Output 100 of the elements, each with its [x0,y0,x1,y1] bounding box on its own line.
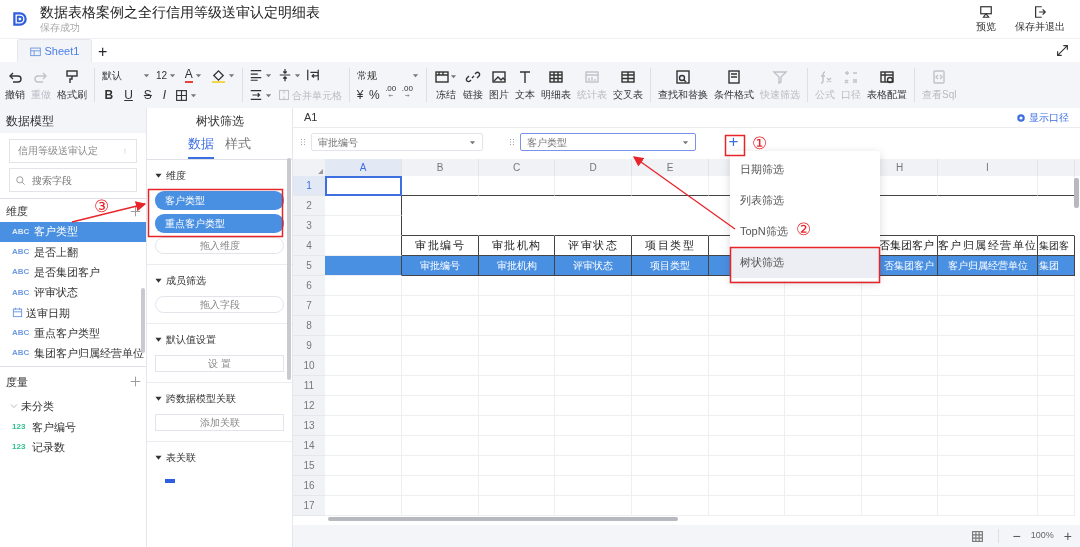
search-icon [675,68,691,85]
filter-select[interactable]: 客户类型 [519,133,696,151]
drop-zone[interactable]: 拖入维度 [155,237,284,254]
column-header[interactable]: D [555,159,632,176]
image-button[interactable]: 图片 [486,68,512,102]
preview-button[interactable]: 预览 [972,4,1000,34]
group-item[interactable]: 未分类 [0,396,146,417]
detail-table-button[interactable]: 明细表 [538,68,574,102]
font-color-button[interactable]: A [181,65,205,85]
italic-button[interactable]: I [157,85,172,105]
table-settings-button[interactable]: 表格配置 [864,68,910,102]
column-header[interactable]: E [632,159,709,176]
menu-item[interactable]: 树状筛选 [730,247,880,278]
field-item[interactable]: ABC 集团客户归属经营单位 [0,343,146,364]
decrease-decimal-button[interactable]: .00 [382,85,399,105]
format-painter-button[interactable]: 格式刷 [54,68,90,102]
vertical-scrollbar[interactable] [1074,178,1079,208]
table-cell[interactable] [325,256,402,276]
panel-tab[interactable]: 样式 [225,133,251,159]
checklist-icon [726,68,742,85]
panel-tab[interactable]: 数据 [188,133,214,159]
selected-cell[interactable] [325,176,402,196]
expand-icon[interactable] [1056,44,1069,57]
column-header[interactable]: C [479,159,555,176]
field-item[interactable]: 123 客户编号 [0,416,146,437]
section-title: 维度 [166,169,186,183]
menu-item[interactable]: 列表筛选 [730,185,794,216]
drop-zone[interactable]: 拖入字段 [155,296,284,313]
row-number[interactable]: 1 [293,176,325,196]
field-item[interactable]: ABC 是否集团客户 [0,262,146,283]
row-number[interactable]: 6 [293,276,325,296]
corner-triangle-icon[interactable] [318,169,323,174]
row-number[interactable]: 4 [293,236,325,256]
row-number[interactable]: 10 [293,356,325,376]
caret-icon [265,91,273,99]
row-number[interactable]: 9 [293,336,325,356]
percent-button[interactable]: % [366,85,383,105]
conditional-format-button[interactable]: 条件格式 [711,68,757,102]
find-replace-button[interactable]: 查找和替换 [655,68,711,102]
show-caliber-link[interactable]: 显示口径 [1016,110,1069,125]
action-button[interactable]: 设 置 [155,355,284,372]
search-field[interactable]: 搜索字段 [9,168,137,192]
grid-view-icon[interactable] [970,529,984,543]
table-cell[interactable] [325,196,402,216]
text-button[interactable]: 文本 [512,68,538,102]
link-button[interactable]: 链接 [460,68,486,102]
row-number[interactable]: 12 [293,396,325,416]
row-number[interactable]: 7 [293,296,325,316]
action-button[interactable]: 添加关联 [155,414,284,431]
row-number[interactable]: 15 [293,456,325,476]
plus-icon[interactable] [129,205,141,217]
increase-decimal-button[interactable]: .00 [399,85,416,105]
type-label: ABC [12,287,31,298]
freeze-button[interactable]: 冻结 [431,68,460,102]
save-exit-button[interactable]: 保存并退出 [1011,4,1069,34]
font-family-select[interactable]: 默认 [99,65,153,85]
row-number[interactable]: 11 [293,376,325,396]
field-item[interactable]: 送审日期 [0,302,146,323]
row-number[interactable]: 14 [293,436,325,456]
dimension-pill[interactable]: 重点客户类型 [155,214,284,233]
table-cell[interactable] [325,216,402,236]
checkbox[interactable] [165,479,175,483]
row-number[interactable]: 17 [293,496,325,516]
row-number[interactable]: 13 [293,416,325,436]
underline-button[interactable]: U [118,85,139,105]
menu-item[interactable]: TopN筛选 [730,216,798,247]
plus-icon[interactable] [129,376,141,388]
field-item[interactable]: ABC 重点客户类型 [0,323,146,344]
field-item[interactable]: ABC 是否上翻 [0,241,146,263]
menu-item[interactable]: 日期筛选 [730,154,794,185]
row-number[interactable]: 5 [293,256,325,276]
bold-button[interactable]: B [99,85,119,105]
number-format-select[interactable]: 常规 [354,65,422,85]
section-title: 度量 [5,374,28,390]
cross-table-button[interactable]: 交叉表 [610,68,646,102]
dimension-pill[interactable]: 客户类型 [155,191,284,210]
column-header[interactable]: A [325,159,402,176]
zoom-out-button[interactable]: − [1012,529,1021,543]
column-header[interactable]: B [402,159,479,176]
sheet-tab[interactable]: Sheet1 [16,39,93,62]
row-number[interactable]: 8 [293,316,325,336]
field-item[interactable]: 123 记录数 [0,436,146,458]
column-header[interactable]: I [938,159,1038,176]
field-item[interactable]: ABC 客户类型 [0,221,146,242]
add-filter-button[interactable]: + [724,132,743,152]
row-number[interactable]: 3 [293,216,325,236]
row-number[interactable]: 2 [293,196,325,216]
field-cell: 客户归属经营单位 [938,256,1038,276]
strikethrough-button[interactable]: S [138,85,158,105]
font-size-select[interactable]: 12 [153,65,179,85]
field-cell: 集团 [1038,256,1075,276]
row-number[interactable]: 16 [293,476,325,496]
zoom-in-button[interactable]: + [1063,529,1072,543]
model-select[interactable]: 信用等级送审认定 [9,138,137,163]
add-sheet-button[interactable]: + [97,42,108,62]
undo-button[interactable]: 撤销 [2,68,28,102]
paint-bucket-icon [210,67,226,83]
field-item[interactable]: ABC 评审状态 [0,282,146,303]
horizontal-scrollbar[interactable] [328,517,678,521]
currency-button[interactable]: ¥ [354,85,367,105]
